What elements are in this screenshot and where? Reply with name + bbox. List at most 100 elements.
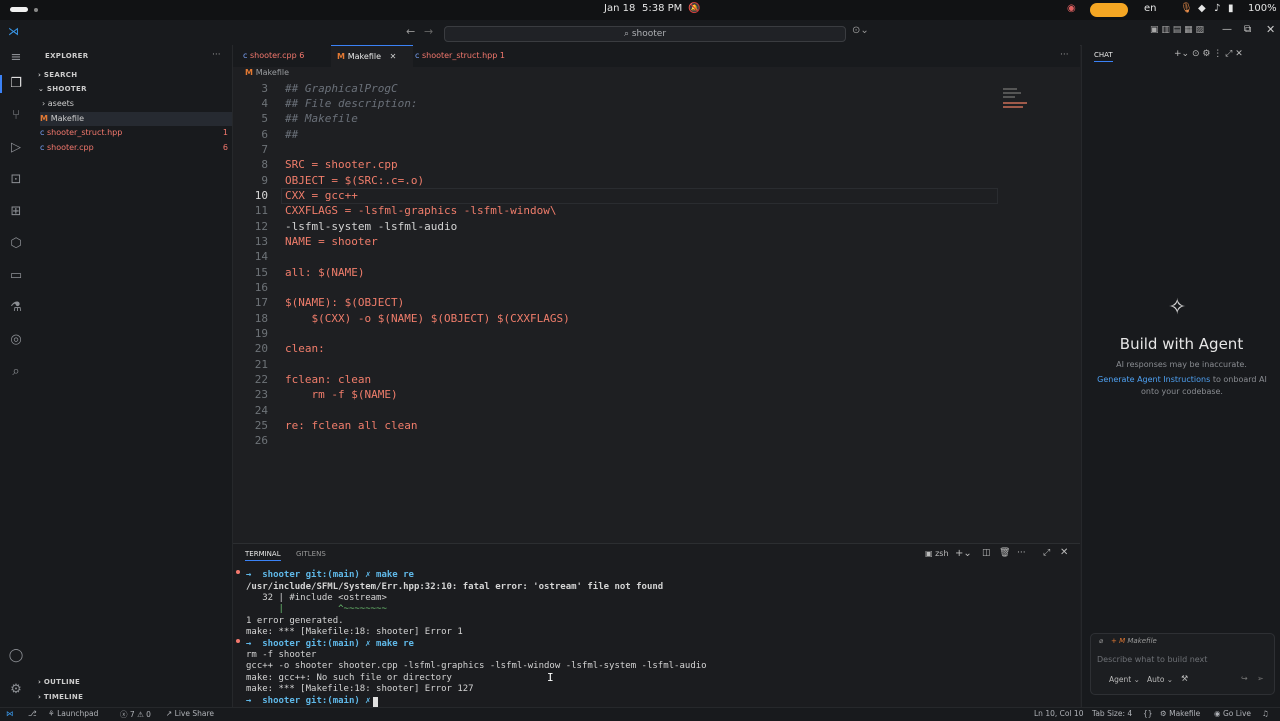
- new-terminal-icon[interactable]: +⌄: [955, 548, 972, 559]
- editor-more-icon[interactable]: ···: [1060, 50, 1069, 60]
- outline-section[interactable]: › OUTLINE: [38, 675, 238, 689]
- mode-dropdown[interactable]: Agent ⌄: [1109, 675, 1140, 684]
- tab-terminal[interactable]: TERMINAL: [245, 550, 281, 561]
- kill-terminal-icon[interactable]: 🗑: [999, 548, 1010, 558]
- generate-instructions-link[interactable]: Generate Agent Instructions: [1097, 375, 1210, 384]
- more-actions-icon[interactable]: ···: [212, 50, 221, 60]
- command-center-search[interactable]: ⌕ shooter: [444, 26, 846, 42]
- live-share-icon: ↗: [166, 709, 175, 718]
- terminal-line: 1 error generated.: [246, 616, 344, 626]
- back-arrow-icon[interactable]: ←: [406, 25, 415, 38]
- chat-header[interactable]: CHAT: [1094, 51, 1113, 62]
- tree-item-label: shooter.cpp: [46, 143, 94, 152]
- workspace-dot[interactable]: [34, 8, 38, 12]
- bell-off-icon: 🔕: [688, 3, 701, 14]
- source-control-icon[interactable]: ⑂: [8, 108, 24, 124]
- run-debug-icon[interactable]: ▷: [8, 140, 24, 156]
- go-live-item[interactable]: ◉ Go Live: [1214, 709, 1251, 718]
- split-terminal-icon[interactable]: ◫: [982, 548, 991, 558]
- maximize-panel-icon[interactable]: ⤢: [1043, 548, 1050, 558]
- record-icon[interactable]: ◉: [1067, 3, 1076, 14]
- agent-sparkle-icon: ✧: [1168, 295, 1187, 320]
- line-number: 25: [254, 419, 268, 432]
- menu-icon[interactable]: ≡: [8, 50, 24, 66]
- chat-instructions: Generate Agent Instructions to onboard A…: [1097, 375, 1267, 396]
- activities-indicator[interactable]: [10, 7, 28, 12]
- clock-time[interactable]: 5:38 PM: [642, 3, 682, 14]
- tree-item-aseets[interactable]: › aseets: [42, 97, 242, 111]
- notifications-bell-icon[interactable]: ♫: [1262, 709, 1269, 718]
- layout-icons[interactable]: ▣ ▥ ▤ ▦ ▨: [1150, 25, 1204, 35]
- code-line: all: $(NAME): [285, 266, 365, 279]
- live-share-item[interactable]: ↗ Live Share: [166, 709, 214, 718]
- tree-item-makefile[interactable]: M Makefile: [40, 112, 232, 126]
- delegate-icon[interactable]: ↪: [1241, 674, 1248, 683]
- account-icon[interactable]: ◯: [8, 648, 24, 664]
- line-number: 6: [261, 128, 268, 141]
- language-mode-brackets-icon[interactable]: {}: [1143, 709, 1153, 718]
- containers-icon[interactable]: ⬡: [8, 236, 24, 252]
- gitlens-icon[interactable]: ◎: [8, 332, 24, 348]
- line-number: 7: [261, 143, 268, 156]
- screen-share-indicator[interactable]: [1090, 3, 1128, 17]
- code-line: OBJECT = $(SRC:.c=.o): [285, 174, 425, 187]
- send-icon[interactable]: ➢: [1257, 674, 1264, 683]
- testing-icon[interactable]: ⚗: [8, 300, 24, 316]
- tab-shooter-struct[interactable]: c shooter_struct.hpp 1: [415, 45, 525, 67]
- forward-arrow-icon[interactable]: →: [424, 25, 433, 38]
- chat-input-box[interactable]: ⌀ + M Makefile Describe what to build ne…: [1090, 633, 1275, 695]
- chat-toolbar-icons[interactable]: +⌄ ⊙ ⚙ ⋮ ⤢ ✕: [1174, 49, 1243, 59]
- activity-bar: ≡ ❐ ⑂ ▷ ⊡ ⊞ ⬡ ▭ ⚗ ◎ ⌕ ◯ ⚙: [0, 45, 32, 707]
- restore-icon[interactable]: ⧉: [1244, 24, 1251, 35]
- clock-date[interactable]: Jan 18: [604, 3, 635, 14]
- minimize-icon[interactable]: —: [1222, 24, 1232, 35]
- language-indicator[interactable]: en: [1144, 3, 1157, 14]
- explorer-icon[interactable]: ❐: [8, 76, 24, 92]
- terminal-shell-indicator[interactable]: ▣ zsh: [925, 549, 949, 558]
- terminal-more-icon[interactable]: ···: [1017, 548, 1026, 558]
- breadcrumb[interactable]: M Makefile: [245, 68, 289, 77]
- terminal-line: rm -f shooter: [246, 650, 317, 660]
- remote-icon[interactable]: ⊡: [8, 172, 24, 188]
- close-tab-icon[interactable]: ✕: [390, 52, 397, 61]
- battery-icon: ▮: [1228, 3, 1234, 14]
- chat-title: Build with Agent: [1119, 335, 1244, 353]
- close-panel-icon[interactable]: ✕: [1060, 547, 1068, 558]
- minimap[interactable]: [1003, 86, 1031, 116]
- folder-icon[interactable]: ▭: [8, 268, 24, 284]
- search-section[interactable]: › SEARCH: [38, 68, 238, 82]
- tree-item-shooter-struct[interactable]: c shooter_struct.hpp 1: [40, 126, 240, 140]
- line-number: 10: [254, 189, 268, 202]
- settings-gear-icon[interactable]: ⚙: [8, 682, 24, 698]
- close-window-icon[interactable]: ✕: [1266, 23, 1275, 36]
- timeline-section[interactable]: › TIMELINE: [38, 690, 238, 704]
- chat-input-placeholder[interactable]: Describe what to build next: [1097, 655, 1207, 664]
- project-section[interactable]: ⌄ SHOOTER: [38, 82, 238, 96]
- error-marker-icon: [236, 639, 240, 643]
- tab-size[interactable]: Tab Size: 4: [1092, 709, 1132, 718]
- cursor-position[interactable]: Ln 10, Col 10: [1034, 709, 1083, 718]
- terminal-line: → shooter git:(main) ✗ make re: [246, 639, 414, 649]
- extensions-icon[interactable]: ⊞: [8, 204, 24, 220]
- code-line: NAME = shooter: [285, 235, 378, 248]
- context-chip[interactable]: + M Makefile: [1111, 637, 1157, 645]
- terminal-line: → shooter git:(main) ✗ make re: [246, 570, 414, 580]
- tab-shooter-cpp[interactable]: c shooter.cpp 6: [239, 45, 331, 67]
- tree-item-shooter-cpp[interactable]: c shooter.cpp 6: [40, 141, 240, 155]
- tab-makefile[interactable]: M Makefile ✕: [331, 45, 413, 68]
- copilot-toggle-icon[interactable]: ⊙⌄: [852, 25, 869, 36]
- language-mode[interactable]: ⚙ Makefile: [1160, 709, 1200, 718]
- remote-indicator-icon[interactable]: ⋈: [6, 709, 14, 718]
- code-line: CXXFLAGS = -lsfml-graphics -lsfml-window…: [285, 204, 557, 217]
- problems-item[interactable]: ⓧ 7 ⚠ 0: [120, 709, 151, 720]
- attach-icon[interactable]: ⌀: [1099, 637, 1103, 645]
- tools-icon[interactable]: ⚒: [1181, 674, 1188, 683]
- model-dropdown[interactable]: Auto ⌄: [1147, 675, 1173, 684]
- tab-gitlens[interactable]: GITLENS: [296, 550, 326, 558]
- volume-icon: ♪: [1214, 3, 1221, 14]
- search-view-icon[interactable]: ⌕: [8, 364, 24, 380]
- launchpad-item[interactable]: ⚘ Launchpad: [48, 709, 98, 718]
- explorer-sidebar: EXPLORER ··· › SEARCH ⌄ SHOOTER › aseets…: [32, 45, 233, 707]
- text-cursor-icon: Ι: [547, 671, 554, 684]
- git-branch-icon[interactable]: ⎇: [28, 709, 37, 718]
